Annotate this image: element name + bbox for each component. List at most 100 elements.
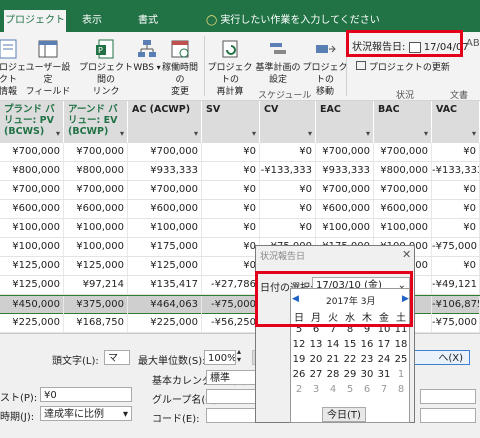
cell-ac[interactable]: ¥933,333 (128, 162, 202, 180)
calendar-day[interactable]: 23 (360, 354, 374, 365)
cell-vac[interactable]: -¥75,000 (432, 238, 480, 256)
calendar-day[interactable]: 1 (394, 369, 408, 380)
extra-input-1[interactable] (420, 389, 476, 404)
calendar-day[interactable]: 16 (360, 339, 374, 350)
cell-ev[interactable]: ¥800,000 (64, 162, 128, 180)
close-icon[interactable]: ✕ (402, 248, 411, 261)
cell-cv[interactable]: ¥0 (260, 200, 316, 218)
lead-char-input[interactable]: マ (104, 350, 130, 365)
col-header-bac[interactable]: BAC ▾ (374, 101, 432, 143)
cell-ev[interactable]: ¥700,000 (64, 181, 128, 199)
cell-bac[interactable]: ¥100,000 (374, 219, 432, 237)
table-row[interactable]: ¥800,000 ¥800,000 ¥933,333 ¥0 -¥133,333 ¥933,… (0, 162, 480, 181)
cell-sv[interactable]: -¥27,786 (202, 276, 260, 294)
col-header-sv[interactable]: SV ▾ (202, 101, 260, 143)
cell-vac[interactable]: ¥0 (432, 143, 480, 161)
cell-vac[interactable]: ¥0 (432, 181, 480, 199)
custom-fields-button[interactable]: ユーザー設定 フィールド (22, 38, 74, 98)
cell-sv[interactable]: -¥75,000 (202, 296, 260, 314)
table-row[interactable]: ¥700,000 ¥700,000 ¥700,000 ¥0 ¥0 ¥700,000 ¥700… (0, 181, 480, 200)
col-header-pv[interactable]: プランド バリュー: PV (BCWS) ▾ (0, 101, 64, 143)
table-row[interactable]: ¥700,000 ¥700,000 ¥700,000 ¥0 ¥0 ¥700,000 ¥700… (0, 143, 480, 162)
calendar-day[interactable]: 15 (343, 339, 357, 350)
cell-bac[interactable]: ¥700,000 (374, 181, 432, 199)
tab-project[interactable]: プロジェクト (4, 10, 66, 32)
calendar-day[interactable]: 14 (326, 339, 340, 350)
col-header-eac[interactable]: EAC ▾ (316, 101, 374, 143)
base-calendar-select[interactable]: 標準 (206, 370, 256, 385)
cell-pv[interactable]: ¥700,000 (0, 143, 64, 161)
cell-vac[interactable]: ¥0 (432, 200, 480, 218)
code-input[interactable] (206, 408, 256, 423)
tab-format[interactable]: 書式 (128, 10, 168, 32)
col-header-ac[interactable]: AC (ACWP) ▾ (128, 101, 202, 143)
cell-ac[interactable]: ¥100,000 (128, 219, 202, 237)
col-header-cv[interactable]: CV ▾ (260, 101, 316, 143)
cell-sv[interactable]: ¥0 (202, 257, 260, 275)
group-input[interactable] (206, 389, 256, 404)
calendar-day[interactable]: 17 (377, 339, 391, 350)
calendar-day[interactable]: 28 (326, 369, 340, 380)
cell-ev[interactable]: ¥700,000 (64, 143, 128, 161)
calendar-day[interactable]: 21 (326, 354, 340, 365)
recalculate-project-button[interactable]: プロジェクトの 再計算 (204, 38, 256, 98)
cell-sv[interactable]: ¥0 (202, 143, 260, 161)
table-row[interactable]: ¥600,000 ¥600,000 ¥600,000 ¥0 ¥0 ¥600,000 ¥600… (0, 200, 480, 219)
cell-vac[interactable]: ¥0 (432, 219, 480, 237)
cost-input[interactable]: ¥0 (40, 387, 132, 402)
calendar-day[interactable]: 27 (309, 369, 323, 380)
cell-pv[interactable]: ¥600,000 (0, 200, 64, 218)
cell-cv[interactable]: ¥0 (260, 143, 316, 161)
extra-input-2[interactable] (420, 408, 476, 423)
cell-pv[interactable]: ¥100,000 (0, 219, 64, 237)
cell-ev[interactable]: ¥375,000 (64, 296, 128, 314)
col-header-vac[interactable]: VAC ▾ (432, 101, 480, 143)
tab-view[interactable]: 表示 (72, 10, 112, 32)
cell-eac[interactable]: ¥100,000 (316, 219, 374, 237)
cell-sv[interactable]: ¥0 (202, 200, 260, 218)
cell-ev[interactable]: ¥600,000 (64, 200, 128, 218)
max-unit-spinner[interactable]: ▴ ▾ (237, 348, 241, 364)
cell-pv[interactable]: ¥800,000 (0, 162, 64, 180)
cell-sv[interactable]: ¥0 (202, 181, 260, 199)
cell-ac[interactable]: ¥700,000 (128, 181, 202, 199)
calendar-day[interactable]: 2 (292, 384, 306, 395)
cell-cv[interactable]: ¥0 (260, 219, 316, 237)
cell-eac[interactable]: ¥700,000 (316, 143, 374, 161)
calendar-day[interactable]: 18 (394, 339, 408, 350)
update-project-button[interactable]: プロジェクトの更新 (356, 60, 450, 73)
cell-ev[interactable]: ¥97,214 (64, 276, 128, 294)
calendar-day[interactable]: 26 (292, 369, 306, 380)
cell-vac[interactable]: -¥75,000 (432, 314, 480, 332)
cell-ev[interactable]: ¥100,000 (64, 238, 128, 256)
max-unit-input[interactable]: 100% (204, 350, 236, 365)
cell-sv[interactable]: ¥0 (202, 219, 260, 237)
calendar-day[interactable]: 22 (343, 354, 357, 365)
cell-sv[interactable]: -¥56,250 (202, 314, 260, 332)
cell-bac[interactable]: ¥800,000 (374, 162, 432, 180)
calendar-day[interactable]: 20 (309, 354, 323, 365)
cell-ac[interactable]: ¥135,417 (128, 276, 202, 294)
table-row[interactable]: ¥100,000 ¥100,000 ¥100,000 ¥0 ¥0 ¥100,000 ¥100… (0, 219, 480, 238)
calendar-day[interactable]: 6 (360, 384, 374, 395)
set-baseline-button[interactable]: 基準計画の 設定 (252, 38, 304, 86)
next-button[interactable]: へ(X) (410, 350, 470, 365)
cell-vac[interactable]: -¥106,875 (432, 296, 480, 314)
cell-pv[interactable]: ¥450,000 (0, 296, 64, 314)
cell-ev[interactable]: ¥168,750 (64, 314, 128, 332)
calendar-day[interactable]: 4 (326, 384, 340, 395)
cell-bac[interactable]: ¥700,000 (374, 143, 432, 161)
today-button[interactable]: 今日(T) (322, 407, 366, 422)
tell-me-box[interactable]: ◯ 実行したい作業を入力してください (206, 10, 380, 32)
cell-pv[interactable]: ¥125,000 (0, 276, 64, 294)
calendar-day[interactable]: 8 (394, 384, 408, 395)
cell-pv[interactable]: ¥100,000 (0, 238, 64, 256)
calendar-day[interactable]: 7 (377, 384, 391, 395)
cell-eac[interactable]: ¥700,000 (316, 181, 374, 199)
cell-sv[interactable]: ¥0 (202, 162, 260, 180)
cell-vac[interactable]: -¥133,333 (432, 162, 480, 180)
calendar-day[interactable]: 5 (343, 384, 357, 395)
cell-ac[interactable]: ¥225,000 (128, 314, 202, 332)
timing-select[interactable]: 達成率に比例 ▾ (40, 406, 132, 421)
calendar-day[interactable]: 19 (292, 354, 306, 365)
